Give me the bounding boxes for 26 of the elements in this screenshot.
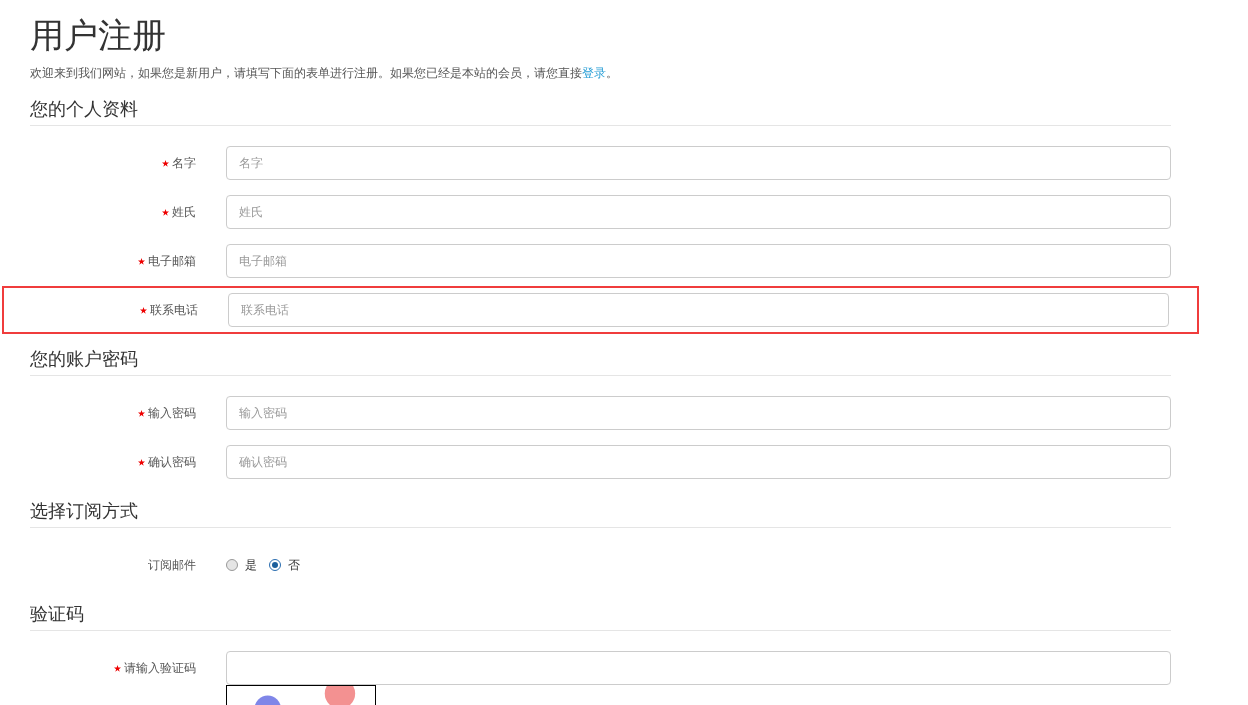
field-label: 姓氏 [172, 204, 196, 221]
text-input[interactable]: 联系电话 [228, 293, 1169, 327]
login-link[interactable]: 登录 [582, 66, 606, 80]
section-heading: 您的个人资料 [30, 97, 1171, 126]
section-heading: 选择订阅方式 [30, 499, 1171, 528]
field-label: 请输入验证码 [124, 660, 196, 677]
field-label: 订阅邮件 [148, 557, 196, 574]
captcha-input[interactable] [226, 651, 1171, 685]
radio-label: 否 [288, 557, 300, 574]
field-label: 联系电话 [150, 302, 198, 319]
page-title: 用户注册 [30, 15, 167, 56]
text-input[interactable]: 姓氏 [226, 195, 1171, 229]
text-input[interactable]: 电子邮箱 [226, 244, 1171, 278]
text-input[interactable]: 确认密码 [226, 445, 1171, 479]
field-label: 名字 [172, 155, 196, 172]
radio-button[interactable] [269, 559, 281, 571]
radio-label: 是 [245, 557, 257, 574]
field-label: 确认密码 [148, 454, 196, 471]
intro-text: 欢迎来到我们网站，如果您是新用户，请填写下面的表单进行注册。如果您已经是本站的会员，请您直接登录。 [30, 65, 619, 82]
field-label: 电子邮箱 [148, 253, 196, 270]
field-label: 输入密码 [148, 405, 196, 422]
section-heading: 验证码 [30, 602, 1171, 631]
section-heading: 您的账户密码 [30, 347, 1171, 376]
text-input[interactable]: 名字 [226, 146, 1171, 180]
text-input[interactable]: 输入密码 [226, 396, 1171, 430]
radio-button[interactable] [226, 559, 238, 571]
